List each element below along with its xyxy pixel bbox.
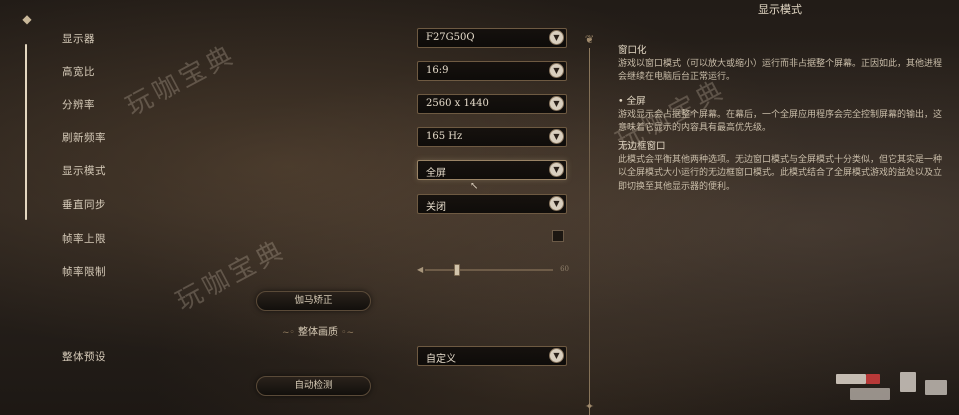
setting-label: 整体预设 (62, 351, 106, 363)
description-title: 显示模式 (758, 3, 802, 16)
chevron-down-icon[interactable]: ▼ (549, 63, 564, 78)
setting-row-aspect: 高宽比 16:9 ▼ (0, 59, 580, 85)
description-heading: 无边框窗口 (618, 141, 666, 152)
dropdown-value: 165 Hz (426, 131, 463, 142)
dropdown-value: 2560 x 1440 (426, 98, 489, 109)
fps-cap-checkbox[interactable] (552, 230, 564, 242)
setting-label: 帧率限制 (62, 266, 106, 278)
chevron-down-icon[interactable]: ▼ (549, 30, 564, 45)
ornament-icon: ◦~ (341, 328, 355, 338)
obscured-region (925, 380, 947, 395)
chevron-down-icon[interactable]: ▼ (549, 129, 564, 144)
auto-detect-button[interactable]: 自动检测 (256, 376, 371, 396)
slider-track[interactable] (425, 269, 553, 271)
setting-row-fps-cap: 帧率上限 (0, 226, 580, 252)
description-section: • 全屏 游戏显示会占据整个屏幕。在幕后，一个全屏应用程序会完全控制屏幕的输出，… (618, 95, 944, 136)
setting-label: 高宽比 (62, 66, 95, 78)
setting-label: 垂直同步 (62, 199, 106, 211)
slider-knob[interactable] (454, 264, 460, 276)
setting-label: 分辨率 (62, 99, 95, 111)
divider-line (589, 48, 590, 415)
description-heading: • 全屏 (618, 96, 646, 107)
gamma-correction-button[interactable]: 伽马矫正 (256, 291, 371, 311)
obscured-region (900, 372, 916, 392)
dropdown-value: F27G50Q (426, 32, 475, 43)
obscured-region (836, 374, 866, 384)
cursor-icon: ↖ (470, 181, 479, 192)
vsync-dropdown[interactable]: 关闭 ▼ (417, 194, 567, 214)
setting-label: 帧率上限 (62, 233, 106, 245)
setting-label: 显示模式 (62, 165, 106, 177)
ornament-icon: ~◦ (281, 328, 295, 338)
setting-row-refresh: 刷新频率 165 Hz ▼ (0, 125, 580, 151)
setting-label: 刷新频率 (62, 132, 106, 144)
dropdown-value: 自定义 (426, 354, 456, 365)
setting-row-vsync: 垂直同步 关闭 ▼ (0, 192, 580, 218)
slider-value: 60 (560, 265, 569, 273)
aspect-dropdown[interactable]: 16:9 ▼ (417, 61, 567, 81)
obscured-region (850, 388, 890, 400)
divider-ornament-icon: ✦ (584, 400, 595, 413)
refresh-dropdown[interactable]: 165 Hz ▼ (417, 127, 567, 147)
mode-dropdown[interactable]: 全屏 ▼ (417, 160, 567, 180)
description-body: 此模式会平衡其他两种选项。无边窗口模式与全屏模式十分类似，但它其实是一种以全屏模… (618, 154, 943, 192)
section-heading-text: 整体画质 (298, 327, 338, 338)
description-heading: 窗口化 (618, 45, 647, 56)
chevron-down-icon[interactable]: ▼ (549, 162, 564, 177)
slider-left-arrow-icon[interactable]: ◀ (417, 265, 423, 274)
setting-row-display: 显示器 F27G50Q ▼ (0, 26, 580, 52)
divider-ornament-icon: ❦ (584, 33, 595, 46)
display-dropdown[interactable]: F27G50Q ▼ (417, 28, 567, 48)
dropdown-value: 16:9 (426, 65, 449, 76)
panel-divider: ❦ ✦ (580, 0, 600, 415)
setting-row-resolution: 分辨率 2560 x 1440 ▼ (0, 92, 580, 118)
preset-dropdown[interactable]: 自定义 ▼ (417, 346, 567, 366)
setting-row-mode: 显示模式 全屏 ▼ (0, 158, 580, 184)
fps-limit-slider[interactable]: ◀ 60 (417, 264, 569, 276)
setting-label: 显示器 (62, 33, 95, 45)
description-body: 游戏显示会占据整个屏幕。在幕后，一个全屏应用程序会完全控制屏幕的输出，这意味着它… (618, 109, 943, 134)
description-section: 无边框窗口 此模式会平衡其他两种选项。无边窗口模式与全屏模式十分类似，但它其实是… (618, 140, 944, 194)
resolution-dropdown[interactable]: 2560 x 1440 ▼ (417, 94, 567, 114)
section-heading: ~◦ 整体画质 ◦~ (258, 325, 378, 341)
chevron-down-icon[interactable]: ▼ (549, 348, 564, 363)
dropdown-value: 全屏 (426, 168, 446, 179)
chevron-down-icon[interactable]: ▼ (549, 96, 564, 111)
description-section: 窗口化 游戏以窗口模式（可以放大或缩小）运行而非占据整个屏幕。正因如此，其他进程… (618, 44, 944, 85)
description-body: 游戏以窗口模式（可以放大或缩小）运行而非占据整个屏幕。正因如此，其他进程会继续在… (618, 58, 943, 83)
setting-row-fps-limit: 帧率限制 ◀ 60 (0, 259, 580, 285)
chevron-down-icon[interactable]: ▼ (549, 196, 564, 211)
obscured-region (866, 374, 880, 384)
settings-emblem-icon[interactable]: ◆ (20, 12, 34, 26)
dropdown-value: 关闭 (426, 202, 446, 213)
setting-row-preset: 整体预设 自定义 ▼ (0, 344, 580, 370)
